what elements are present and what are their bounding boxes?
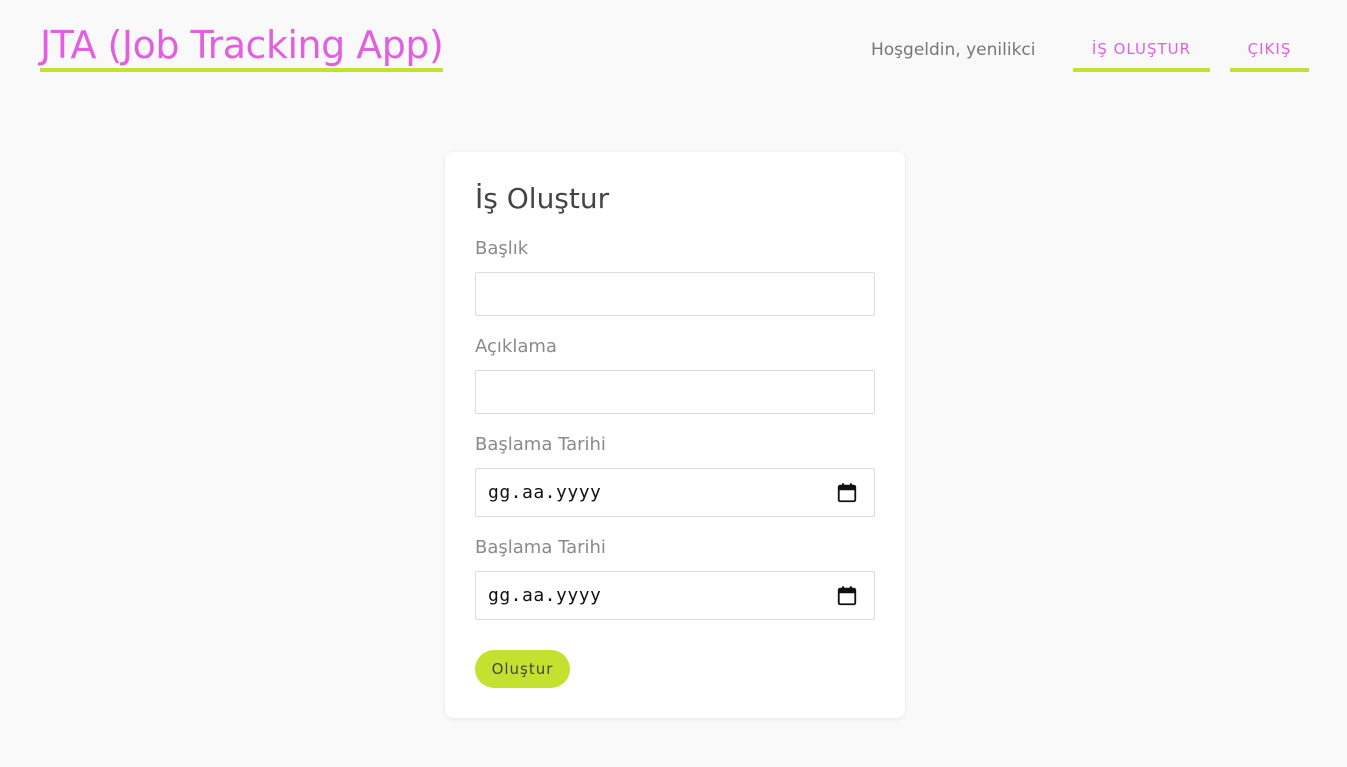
- description-field-label: Açıklama: [475, 336, 557, 357]
- second-date-field-label: Başlama Tarihi: [475, 537, 606, 558]
- top-navbar: JTA (Job Tracking App) Hoşgeldin, yenili…: [0, 0, 1347, 90]
- start-date-input[interactable]: gg.aa.yyyy: [475, 468, 875, 517]
- second-date-placeholder: gg.aa.yyyy: [488, 585, 602, 606]
- title-input[interactable]: [475, 272, 875, 316]
- nav-create-job-link[interactable]: İŞ OLUŞTUR: [1073, 38, 1210, 72]
- create-job-card: İş Oluştur Başlık Açıklama Başlama Tarih…: [445, 152, 905, 718]
- create-submit-button[interactable]: Oluştur: [475, 650, 570, 688]
- calendar-icon[interactable]: [836, 585, 858, 607]
- second-date-input[interactable]: gg.aa.yyyy: [475, 571, 875, 620]
- app-logo-link[interactable]: JTA (Job Tracking App): [40, 22, 444, 72]
- calendar-icon[interactable]: [836, 482, 858, 504]
- nav-logout-link[interactable]: ÇIKIŞ: [1230, 38, 1309, 72]
- title-field-label: Başlık: [475, 238, 529, 259]
- welcome-text: Hoşgeldin, yenilikci: [871, 40, 1036, 60]
- form-title: İş Oluştur: [475, 182, 610, 215]
- description-input[interactable]: [475, 370, 875, 414]
- start-date-field-label: Başlama Tarihi: [475, 434, 606, 455]
- start-date-placeholder: gg.aa.yyyy: [488, 482, 602, 503]
